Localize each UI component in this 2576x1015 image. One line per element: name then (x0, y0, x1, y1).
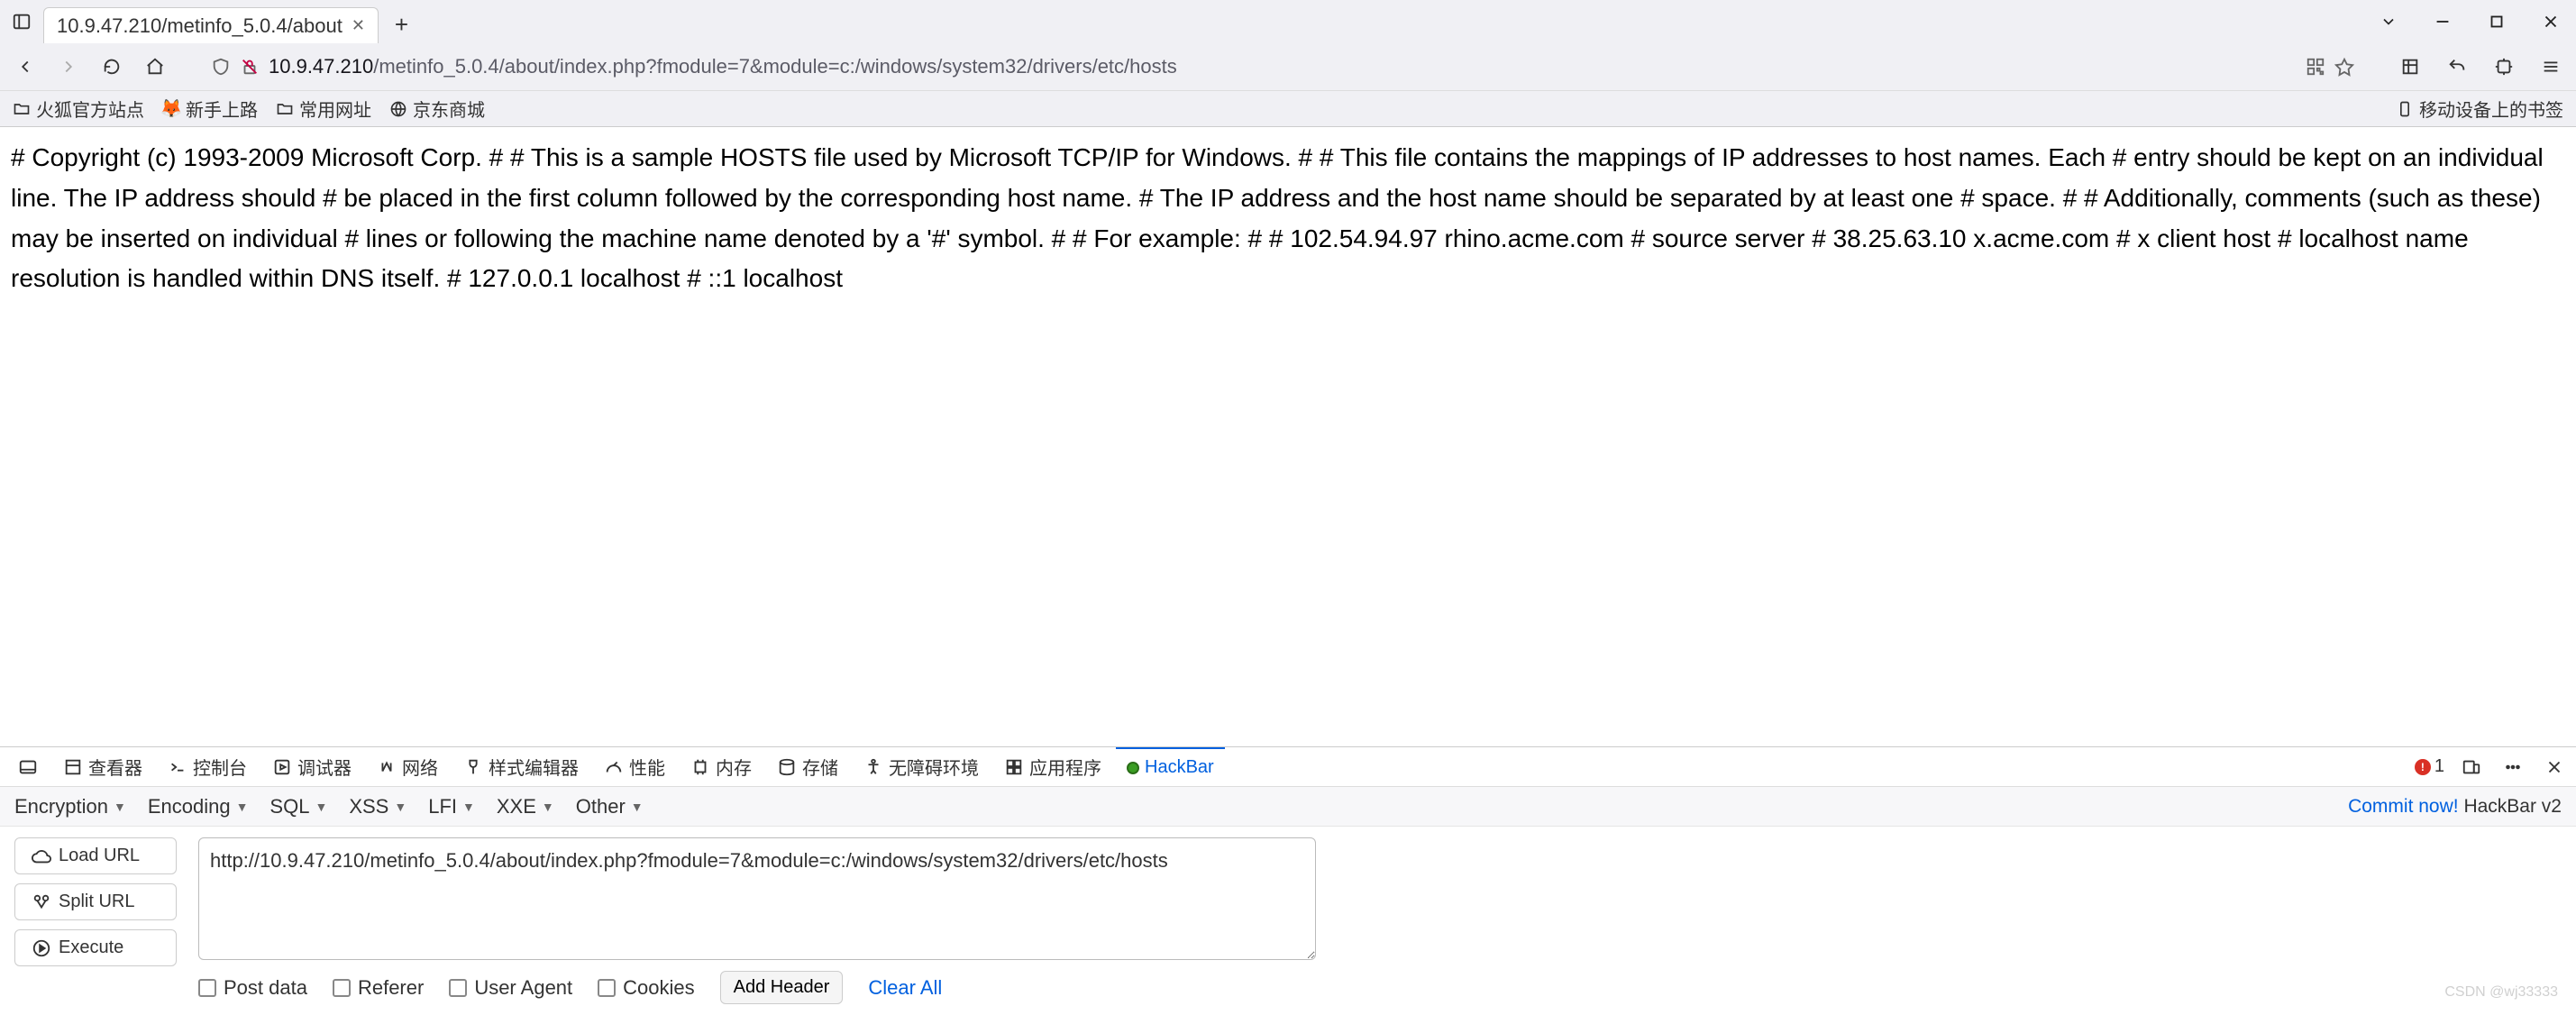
address-bar[interactable]: 10.9.47.210/metinfo_5.0.4/about/index.ph… (200, 49, 2365, 85)
hackbar-version-label: Commit now! HackBar v2 (2348, 796, 2562, 818)
hackbar-menu-encoding[interactable]: Encoding ▼ (148, 795, 249, 818)
mobile-bookmarks[interactable]: 移动设备上的书签 (2396, 96, 2563, 122)
bookmark-item[interactable]: 🦊新手上路 (162, 96, 258, 122)
hackbar-options-row: Post data Referer User Agent Cookies Add… (198, 971, 1316, 1004)
referer-checkbox[interactable]: Referer (333, 976, 424, 1000)
qr-icon[interactable] (2306, 57, 2325, 77)
devtools-tab-network[interactable]: 网络 (366, 747, 449, 786)
execute-button[interactable]: Execute (14, 929, 177, 966)
hackbar-menu-sql[interactable]: SQL ▼ (269, 795, 327, 818)
hackbar-dot-icon (1127, 762, 1139, 774)
error-count-badge[interactable]: !1 (2415, 756, 2444, 777)
postdata-checkbox[interactable]: Post data (198, 976, 307, 1000)
undo-icon[interactable] (2443, 52, 2471, 81)
devtools-tab-strip: 查看器 控制台 调试器 网络 样式编辑器 性能 内存 存储 无障碍环境 应用程序… (0, 747, 2576, 787)
devtools-responsive-icon[interactable] (2457, 753, 2486, 782)
hackbar-menu-lfi[interactable]: LFI ▼ (428, 795, 475, 818)
devtools-tab-inspector[interactable]: 查看器 (52, 747, 153, 786)
sidebar-toggle-icon[interactable] (7, 7, 36, 36)
useragent-checkbox[interactable]: User Agent (449, 976, 572, 1000)
folder-icon (276, 100, 294, 118)
hackbar-main-column: Post data Referer User Agent Cookies Add… (198, 837, 1316, 1004)
app-menu-icon[interactable] (2536, 52, 2565, 81)
bookmark-item[interactable]: 京东商城 (389, 96, 485, 122)
devtools-tab-application[interactable]: 应用程序 (993, 747, 1112, 786)
hackbar-menu-xxe[interactable]: XXE ▼ (497, 795, 554, 818)
back-button[interactable] (11, 52, 40, 81)
home-button[interactable] (141, 52, 169, 81)
tabs-dropdown-icon[interactable] (2363, 2, 2414, 41)
mobile-icon (2396, 100, 2414, 118)
bookmark-item[interactable]: 常用网址 (276, 96, 371, 122)
maximize-button[interactable] (2471, 2, 2522, 41)
devtools-tab-hackbar[interactable]: HackBar (1116, 747, 1225, 786)
devtools-tab-debugger[interactable]: 调试器 (261, 747, 362, 786)
navigation-toolbar: 10.9.47.210/metinfo_5.0.4/about/index.ph… (0, 43, 2576, 90)
hackbar-menu-encryption[interactable]: Encryption ▼ (14, 795, 126, 818)
firefox-icon: 🦊 (162, 100, 180, 118)
hackbar-menu-row: Encryption ▼ Encoding ▼ SQL ▼ XSS ▼ LFI … (0, 787, 2576, 827)
devtools-more-icon[interactable] (2498, 753, 2527, 782)
add-header-button[interactable]: Add Header (720, 971, 844, 1004)
tab-strip: 10.9.47.210/metinfo_5.0.4/about ✕ + (0, 0, 2576, 43)
devtools-dock-icon[interactable] (7, 747, 49, 786)
reload-button[interactable] (97, 52, 126, 81)
load-url-button[interactable]: Load URL (14, 837, 177, 874)
hackbar-menu-other[interactable]: Other ▼ (576, 795, 644, 818)
bookmark-star-icon[interactable] (2334, 57, 2354, 77)
hackbar-button-column: Load URL Split URL Execute (14, 837, 177, 966)
devtools-close-icon[interactable] (2540, 753, 2569, 782)
hackbar-url-textarea[interactable] (198, 837, 1316, 960)
watermark-text: CSDN @wj33333 (2444, 984, 2558, 1001)
devtools-tab-memory[interactable]: 内存 (680, 747, 763, 786)
page-body-text: # Copyright (c) 1993-2009 Microsoft Corp… (0, 127, 2576, 310)
devtools-panel: 查看器 控制台 调试器 网络 样式编辑器 性能 内存 存储 无障碍环境 应用程序… (0, 746, 2576, 1015)
devtools-tab-performance[interactable]: 性能 (593, 747, 676, 786)
error-dot-icon: ! (2415, 759, 2431, 775)
cookies-checkbox[interactable]: Cookies (598, 976, 694, 1000)
toolbar-right-icons (2396, 52, 2565, 81)
hackbar-menu-xss[interactable]: XSS ▼ (349, 795, 406, 818)
forward-button[interactable] (54, 52, 83, 81)
devtools-tab-style[interactable]: 样式编辑器 (452, 747, 589, 786)
bookmarks-toolbar: 火狐官方站点 🦊新手上路 常用网址 京东商城 移动设备上的书签 (0, 90, 2576, 126)
globe-icon (389, 100, 407, 118)
devtools-tab-storage[interactable]: 存储 (766, 747, 849, 786)
devtools-right-controls: !1 (2415, 753, 2569, 782)
extensions-icon[interactable] (2489, 52, 2518, 81)
url-text: 10.9.47.210/metinfo_5.0.4/about/index.ph… (269, 55, 2297, 78)
split-url-button[interactable]: Split URL (14, 883, 177, 920)
hackbar-body: Load URL Split URL Execute Post data Ref… (0, 827, 2576, 1015)
minimize-button[interactable] (2417, 2, 2468, 41)
bookmark-item[interactable]: 火狐官方站点 (13, 96, 144, 122)
browser-chrome: 10.9.47.210/metinfo_5.0.4/about ✕ + 10.9… (0, 0, 2576, 127)
tab-title: 10.9.47.210/metinfo_5.0.4/about (57, 14, 343, 38)
close-window-button[interactable] (2526, 2, 2576, 41)
commit-link[interactable]: Commit now! (2348, 796, 2459, 817)
new-tab-button[interactable]: + (386, 11, 417, 39)
close-icon[interactable]: ✕ (352, 16, 365, 35)
folder-icon (13, 100, 31, 118)
window-controls (2363, 2, 2576, 41)
devtools-tab-accessibility[interactable]: 无障碍环境 (853, 747, 990, 786)
insecure-lock-icon[interactable] (240, 57, 260, 77)
browser-tab[interactable]: 10.9.47.210/metinfo_5.0.4/about ✕ (43, 7, 379, 43)
shield-icon[interactable] (211, 57, 231, 77)
devtools-tab-console[interactable]: 控制台 (157, 747, 258, 786)
clear-all-link[interactable]: Clear All (868, 976, 942, 1000)
screenshot-icon[interactable] (2396, 52, 2425, 81)
